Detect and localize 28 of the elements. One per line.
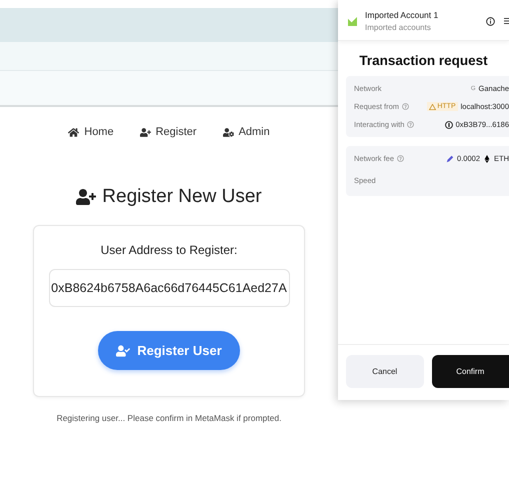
- pencil-icon[interactable]: [446, 154, 454, 162]
- eth-icon: [483, 154, 491, 162]
- nav-link[interactable]: Admin: [222, 126, 270, 138]
- user-plus-icon: [76, 187, 96, 207]
- user-plus-icon: [140, 126, 151, 138]
- confirm-button[interactable]: Confirm: [432, 355, 509, 388]
- account-name[interactable]: Imported Account 1: [365, 10, 478, 20]
- address-input-field[interactable]: 0xB8624b6758A6ac66d76445C61Aed27A: [48, 269, 290, 307]
- register-user-button[interactable]: Register User: [98, 331, 240, 370]
- user-gear-icon: [222, 126, 234, 138]
- help-icon: [397, 155, 404, 162]
- field-label: User Address to Register:: [100, 243, 238, 257]
- nav-link[interactable]: Register: [140, 126, 197, 138]
- cancel-button[interactable]: Cancel: [346, 355, 424, 388]
- status-message: Registering user... Please confirm in MetaMask if prompted.: [56, 413, 282, 423]
- contract-icon: [444, 120, 453, 128]
- nav-link[interactable]: Home: [68, 126, 114, 138]
- help-icon: [402, 103, 410, 110]
- account-avatar-icon: [348, 16, 357, 26]
- info-icon[interactable]: [486, 16, 495, 26]
- page-heading: Register New User: [102, 186, 262, 208]
- popup-title: Transaction request: [359, 53, 488, 68]
- home-icon: [68, 126, 80, 138]
- menu-icon[interactable]: [503, 17, 509, 25]
- warning-icon: [429, 104, 436, 110]
- help-icon: [407, 121, 414, 128]
- user-check-icon: [116, 344, 130, 358]
- account-group: Imported accounts: [365, 23, 478, 32]
